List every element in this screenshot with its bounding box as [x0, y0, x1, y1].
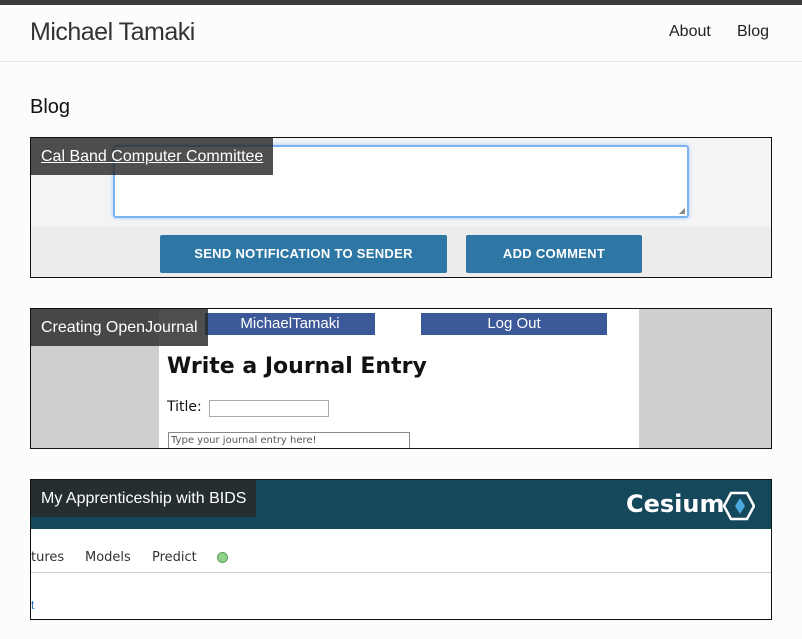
preview-nav-predict: Predict — [152, 550, 197, 565]
preview-nav-features: tures — [31, 550, 65, 565]
status-dot-icon — [217, 552, 228, 563]
preview-title-label: Title: — [167, 399, 202, 415]
preview-right-gutter — [639, 309, 771, 448]
post-title-label[interactable]: My Apprenticeship with BIDS — [31, 480, 257, 517]
site-header: Michael Tamaki About Blog — [0, 5, 802, 62]
preview-logout-tab: Log Out — [421, 313, 607, 335]
site-title-link[interactable]: Michael Tamaki — [30, 18, 195, 47]
resize-handle-icon: ◢ — [678, 206, 685, 215]
post-card-cal-band[interactable]: Cal Band Computer Committee ◢ SEND NOTIF… — [30, 137, 772, 278]
preview-title-input — [209, 400, 329, 417]
post-card-openjournal[interactable]: Creating OpenJournal MichaelTamaki Log O… — [30, 308, 772, 449]
cesium-hexagon-icon — [723, 491, 755, 521]
nav-blog-link[interactable]: Blog — [737, 23, 769, 41]
preview-button-bar: SEND NOTIFICATION TO SENDER ADD COMMENT — [31, 226, 771, 277]
preview-username-tab: MichaelTamaki — [205, 313, 375, 335]
preview-journal-heading: Write a Journal Entry — [167, 354, 427, 379]
post-title-link[interactable]: Cal Band Computer Committee — [31, 138, 274, 175]
preview-nav-models: Models — [85, 550, 131, 565]
preview-send-notification-button: SEND NOTIFICATION TO SENDER — [160, 235, 447, 273]
preview-entry-textarea: Type your journal entry here! — [168, 432, 410, 448]
post-card-bids[interactable]: My Apprenticeship with BIDS Cesium tures… — [30, 479, 772, 620]
nav-about-link[interactable]: About — [669, 23, 711, 41]
post-title-label[interactable]: Creating OpenJournal — [31, 309, 208, 346]
cesium-logo-text: Cesium — [626, 490, 725, 518]
preview-link-fragment: t — [31, 598, 35, 612]
preview-journal-page: MichaelTamaki Log Out Write a Journal En… — [159, 309, 639, 448]
preview-add-comment-button: ADD COMMENT — [466, 235, 642, 273]
preview-divider — [31, 572, 771, 573]
page-title: Blog — [30, 96, 71, 118]
